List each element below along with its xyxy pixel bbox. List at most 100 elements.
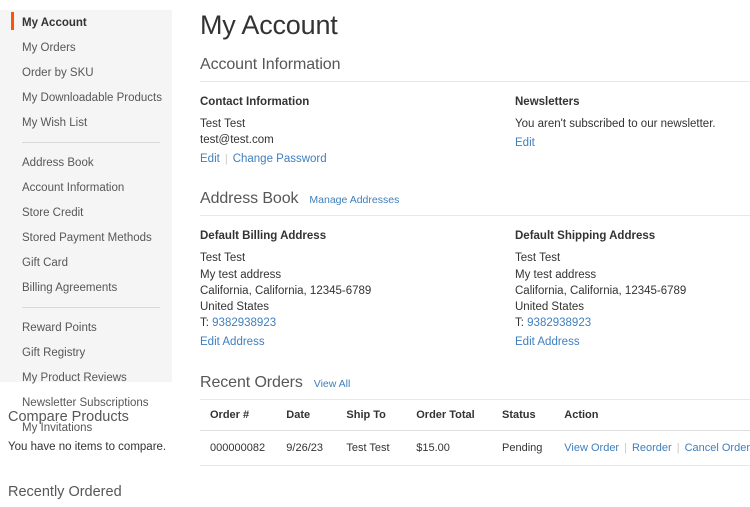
shipping-phone-link[interactable]: 9382938923 <box>527 317 591 329</box>
address-book-block: Address Book Manage Addresses Default Bi… <box>200 189 750 350</box>
account-information-header: Account Information <box>200 55 750 82</box>
table-header-row: Order #DateShip ToOrder TotalStatusActio… <box>200 409 750 431</box>
table-row: 0000000829/26/23Test Test$15.00PendingVi… <box>200 431 750 466</box>
account-nav-list: My Account My Orders Order by SKU My Downlo… <box>0 10 172 440</box>
action-separator: | <box>619 442 632 454</box>
column-header-date: Date <box>286 409 346 431</box>
compare-products-empty-text: You have no items to compare. <box>8 440 172 454</box>
edit-shipping-address-link[interactable]: Edit Address <box>515 336 580 348</box>
cancel-order-link[interactable]: Cancel Order <box>685 442 750 454</box>
shipping-name: Test Test <box>515 250 750 266</box>
order-ship-to: Test Test <box>346 431 416 466</box>
shipping-city-region-zip: California, California, 12345-6789 <box>515 283 750 299</box>
sidebar-item-label: My Account <box>22 17 87 29</box>
sidebar: My Account My Orders Order by SKU My Downlo… <box>0 0 172 507</box>
contact-information-title: Contact Information <box>200 95 515 109</box>
newsletters-title: Newsletters <box>515 95 750 109</box>
compare-products-block: Compare Products You have no items to co… <box>0 408 172 454</box>
newsletters-actions: Edit <box>515 136 750 151</box>
sidebar-item-label: Gift Card <box>22 257 68 269</box>
sidebar-item-label: Store Credit <box>22 207 83 219</box>
default-shipping-address-box: Default Shipping Address Test Test My te… <box>515 229 750 350</box>
change-password-link[interactable]: Change Password <box>233 153 327 165</box>
manage-addresses-link[interactable]: Manage Addresses <box>309 194 399 206</box>
shipping-country: United States <box>515 299 750 315</box>
page-title: My Account <box>200 0 750 41</box>
sidebar-item-label: Gift Registry <box>22 347 85 359</box>
main-content: My Account Account Information Contact I… <box>200 0 750 507</box>
edit-billing-address-link[interactable]: Edit Address <box>200 336 265 348</box>
billing-name: Test Test <box>200 250 515 266</box>
sidebar-item-gift-registry[interactable]: Gift Registry <box>0 340 172 365</box>
action-separator: | <box>220 153 233 165</box>
billing-country: United States <box>200 299 515 315</box>
sidebar-item-my-product-reviews[interactable]: My Product Reviews <box>0 365 172 390</box>
account-information-heading: Account Information <box>200 55 340 75</box>
sidebar-item-gift-card[interactable]: Gift Card <box>0 250 172 275</box>
sidebar-item-store-credit[interactable]: Store Credit <box>0 200 172 225</box>
address-book-columns: Default Billing Address Test Test My tes… <box>200 229 750 350</box>
billing-phone-prefix: T: <box>200 317 209 329</box>
billing-phone-row: T: 9382938923 <box>200 315 515 331</box>
billing-city-region-zip: California, California, 12345-6789 <box>200 283 515 299</box>
sidebar-item-my-account[interactable]: My Account <box>0 10 172 35</box>
account-information-columns: Contact Information Test Test test@test.… <box>200 95 750 167</box>
my-account-page: My Account My Orders Order by SKU My Downlo… <box>0 0 750 507</box>
billing-street: My test address <box>200 267 515 283</box>
sidebar-item-label: Order by SKU <box>22 67 94 79</box>
sidebar-item-label: My Wish List <box>22 117 87 129</box>
sidebar-item-label: Newsletter Subscriptions <box>22 397 149 409</box>
sidebar-item-stored-payment-methods[interactable]: Stored Payment Methods <box>0 225 172 250</box>
contact-information-box: Contact Information Test Test test@test.… <box>200 95 515 167</box>
sidebar-item-billing-agreements[interactable]: Billing Agreements <box>0 275 172 300</box>
address-book-header: Address Book Manage Addresses <box>200 189 750 216</box>
sidebar-item-reward-points[interactable]: Reward Points <box>0 315 172 340</box>
order-status: Pending <box>502 431 564 466</box>
sidebar-item-label: Address Book <box>22 157 94 169</box>
shipping-phone-prefix: T: <box>515 317 524 329</box>
view-order-link[interactable]: View Order <box>564 442 619 454</box>
column-header-order-total: Order Total <box>416 409 502 431</box>
sidebar-item-my-downloadable-products[interactable]: My Downloadable Products <box>0 85 172 110</box>
default-billing-address-details: Test Test My test address California, Ca… <box>200 250 515 331</box>
order-total: $15.00 <box>416 431 502 466</box>
sidebar-item-label: Billing Agreements <box>22 282 117 294</box>
column-header-status: Status <box>502 409 564 431</box>
column-header-ship-to: Ship To <box>346 409 416 431</box>
recently-ordered-block: Recently Ordered <box>0 483 172 501</box>
sidebar-item-label: My Orders <box>22 42 76 54</box>
column-header-order: Order # <box>200 409 286 431</box>
sidebar-divider <box>22 307 160 308</box>
sidebar-item-label: Account Information <box>22 182 124 194</box>
sidebar-item-my-orders[interactable]: My Orders <box>0 35 172 60</box>
order-actions: View Order|Reorder|Cancel Order <box>564 431 750 466</box>
shipping-phone-row: T: 9382938923 <box>515 315 750 331</box>
sidebar-item-address-book[interactable]: Address Book <box>0 150 172 175</box>
default-shipping-address-details: Test Test My test address California, Ca… <box>515 250 750 331</box>
column-header-action: Action <box>564 409 750 431</box>
contact-information-details: Test Test test@test.com <box>200 116 515 148</box>
newsletters-status-text: You aren't subscribed to our newsletter. <box>515 116 750 132</box>
account-information-block: Account Information Contact Information … <box>200 55 750 167</box>
sidebar-divider <box>22 142 160 143</box>
default-billing-address-box: Default Billing Address Test Test My tes… <box>200 229 515 350</box>
sidebar-item-order-by-sku[interactable]: Order by SKU <box>0 60 172 85</box>
sidebar-item-my-wish-list[interactable]: My Wish List <box>0 110 172 135</box>
recently-ordered-title: Recently Ordered <box>8 483 172 501</box>
recent-orders-block: Recent Orders View All Order #DateShip T… <box>200 373 750 466</box>
edit-newsletter-link[interactable]: Edit <box>515 137 535 149</box>
sidebar-item-account-information[interactable]: Account Information <box>0 175 172 200</box>
recent-orders-heading: Recent Orders <box>200 373 303 393</box>
sidebar-item-label: My Product Reviews <box>22 372 127 384</box>
contact-email: test@test.com <box>200 132 515 148</box>
edit-contact-information-link[interactable]: Edit <box>200 153 220 165</box>
address-book-heading: Address Book <box>200 189 298 209</box>
view-all-orders-link[interactable]: View All <box>314 378 351 390</box>
shipping-street: My test address <box>515 267 750 283</box>
recent-orders-header: Recent Orders View All <box>200 373 750 400</box>
reorder-link[interactable]: Reorder <box>632 442 672 454</box>
action-separator: | <box>672 442 685 454</box>
default-billing-address-title: Default Billing Address <box>200 229 515 243</box>
billing-phone-link[interactable]: 9382938923 <box>212 317 276 329</box>
default-shipping-address-title: Default Shipping Address <box>515 229 750 243</box>
